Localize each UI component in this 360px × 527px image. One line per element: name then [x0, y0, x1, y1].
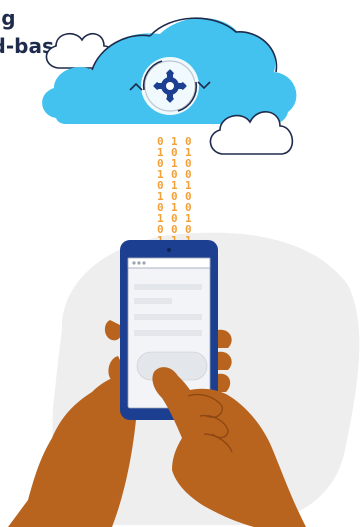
illustration: 010101010110101010010100100101	[8, 17, 360, 527]
left-hand-fingers	[218, 329, 232, 392]
binary-stream: 010101010110101010010100100101	[157, 135, 192, 247]
